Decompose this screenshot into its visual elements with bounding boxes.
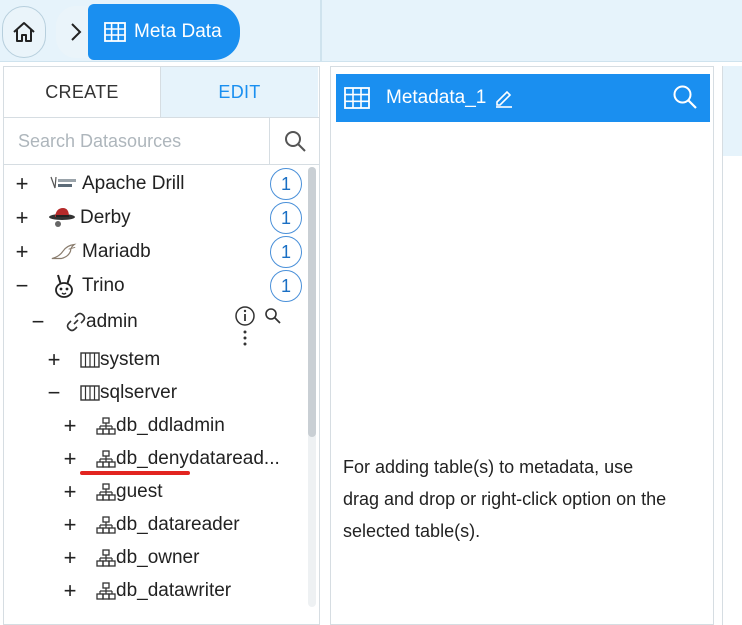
metadata-header: Metadata_1: [336, 74, 710, 122]
tree-item-db-datareader[interactable]: + db_datareader: [60, 510, 240, 540]
more-options-icon[interactable]: [240, 329, 250, 347]
tab-create[interactable]: CREATE: [4, 67, 161, 117]
tree-item-system[interactable]: + system: [44, 345, 161, 375]
expand-icon[interactable]: +: [12, 173, 32, 195]
expand-icon[interactable]: +: [44, 349, 64, 371]
chevron-right-icon: [71, 23, 82, 41]
table-grid-icon: [344, 87, 370, 109]
link-icon: [66, 312, 86, 332]
hierarchy-icon: [96, 582, 116, 600]
home-button[interactable]: [2, 6, 46, 58]
home-icon: [13, 22, 35, 42]
scroll-thumb[interactable]: [308, 167, 316, 437]
tree-item-db-denydatareader[interactable]: + db_denydataread...: [60, 444, 280, 474]
search-input[interactable]: [4, 118, 270, 164]
tab-edit[interactable]: EDIT: [161, 67, 318, 117]
count-badge: 1: [270, 168, 302, 200]
tree-item-trino[interactable]: − Trino: [12, 271, 125, 301]
hierarchy-icon: [96, 516, 116, 534]
tree-item-db-owner[interactable]: + db_owner: [60, 543, 200, 573]
tree-scrollbar[interactable]: [308, 167, 316, 607]
tree-item-admin[interactable]: − admin: [28, 307, 138, 337]
expand-icon[interactable]: +: [12, 241, 32, 263]
datasource-panel: CREATE EDIT + Apache Drill 1: [3, 66, 320, 625]
tree-item-label: Apache Drill: [82, 173, 185, 194]
tree-item-label: Trino: [82, 275, 125, 296]
highlight-underline: [80, 471, 190, 475]
expand-icon[interactable]: +: [60, 514, 80, 536]
trino-bunny-icon: [50, 273, 78, 299]
tree-item-label: db_ddladmin: [116, 415, 225, 436]
metadata-search-button[interactable]: [672, 84, 698, 116]
search-icon: [284, 131, 306, 152]
edit-title-button[interactable]: [494, 88, 514, 108]
tree-item-label: Derby: [80, 207, 131, 228]
hierarchy-icon: [96, 549, 116, 567]
tree-item-label: db_owner: [116, 547, 200, 568]
count-badge: 1: [270, 236, 302, 268]
hierarchy-icon: [96, 483, 116, 501]
search-button[interactable]: [270, 118, 319, 164]
tree-item-label: db_datawriter: [116, 580, 232, 601]
tree-item-db-ddladmin[interactable]: + db_ddladmin: [60, 411, 225, 441]
tree-item-label: admin: [86, 311, 138, 332]
tree-item-mariadb[interactable]: + Mariadb: [12, 237, 151, 267]
expand-icon[interactable]: +: [12, 207, 32, 229]
datasource-tree: + Apache Drill 1 + Derby 1 + Mariadb 1 −…: [4, 167, 306, 622]
expand-icon[interactable]: +: [60, 415, 80, 437]
tree-item-db-datawriter[interactable]: + db_datawriter: [60, 576, 232, 606]
count-badge: 1: [270, 270, 302, 302]
breadcrumb-current[interactable]: Meta Data: [88, 4, 240, 60]
search-bar: [4, 117, 319, 165]
collapse-icon[interactable]: −: [44, 382, 64, 404]
schema-icon: [80, 385, 100, 401]
metadata-title: Metadata_1: [386, 87, 487, 108]
schema-icon: [80, 352, 100, 368]
table-grid-icon: [104, 22, 126, 42]
tree-item-label: db_datareader: [116, 514, 240, 535]
panel-tabs: CREATE EDIT: [4, 67, 319, 117]
tree-item-label: sqlserver: [100, 382, 178, 403]
tree-item-label: db_denydataread...: [116, 448, 280, 469]
metadata-panel: Metadata_1 For adding table(s) to metada…: [330, 66, 714, 625]
collapse-icon[interactable]: −: [28, 311, 48, 333]
derby-logo-icon: [48, 205, 76, 231]
hierarchy-icon: [96, 450, 116, 468]
collapse-icon[interactable]: −: [12, 275, 32, 297]
tree-item-label: guest: [116, 481, 163, 502]
search-schema-icon[interactable]: [264, 307, 282, 325]
tree-item-label: Mariadb: [82, 241, 151, 262]
mariadb-seal-icon: [50, 239, 78, 265]
expand-icon[interactable]: +: [60, 547, 80, 569]
tree-item-sqlserver[interactable]: − sqlserver: [44, 378, 178, 408]
top-bar: Meta Data: [0, 0, 742, 62]
tree-item-apache-drill[interactable]: + Apache Drill: [12, 169, 185, 199]
tree-item-guest[interactable]: + guest: [60, 477, 163, 507]
topbar-divider: [320, 0, 322, 62]
breadcrumb-label: Meta Data: [134, 21, 222, 42]
expand-icon[interactable]: +: [60, 481, 80, 503]
count-badge: 1: [270, 202, 302, 234]
search-icon: [673, 85, 697, 109]
right-panel: [722, 66, 742, 625]
expand-icon[interactable]: +: [60, 580, 80, 602]
tree-item-derby[interactable]: + Derby: [12, 203, 131, 233]
info-icon[interactable]: [234, 305, 256, 327]
right-panel-header: [723, 66, 742, 156]
apache-drill-logo-icon: [50, 171, 78, 197]
pencil-icon: [496, 90, 513, 108]
drag-drop-hint: For adding table(s) to metadata, use dra…: [343, 457, 667, 541]
expand-icon[interactable]: +: [60, 448, 80, 470]
hierarchy-icon: [96, 417, 116, 435]
tree-item-label: system: [100, 349, 161, 370]
